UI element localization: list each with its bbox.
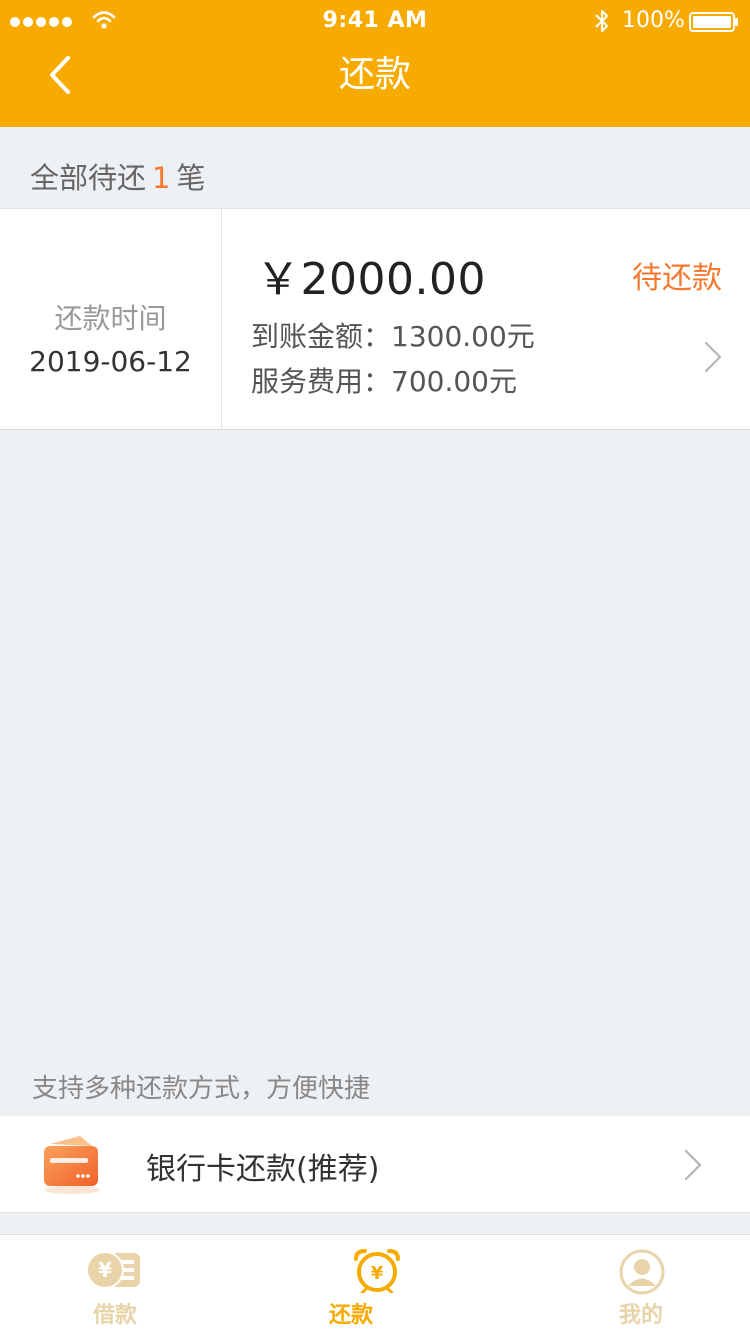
pending-summary-suffix: 笔 xyxy=(176,161,206,195)
bottom-tab-bar: ¥ 借款 ¥ 还款 我的 xyxy=(0,1234,750,1335)
loan-icon: ¥ xyxy=(86,1251,140,1289)
status-bar: 9:41 AM 100% xyxy=(0,0,750,40)
tab-mine-label: 我的 xyxy=(618,1303,663,1328)
battery-icon xyxy=(689,12,738,32)
tab-repay-label: 还款 xyxy=(328,1303,373,1328)
pending-summary: 全部待还 1 笔 xyxy=(30,158,205,198)
pending-count: 1 xyxy=(152,161,171,195)
received-amount: 到账金额：1300.00元 xyxy=(251,320,535,353)
repayment-date-label: 还款时间 xyxy=(54,302,167,335)
tab-repay[interactable]: ¥ 还款 xyxy=(250,1235,500,1335)
page-title: 还款 xyxy=(338,54,411,95)
service-fee: 服务费用：700.00元 xyxy=(251,365,517,398)
repayment-status-badge: 待还款 xyxy=(632,261,722,296)
profile-icon xyxy=(619,1249,665,1295)
chevron-right-icon xyxy=(704,341,722,373)
chevron-right-icon xyxy=(684,1149,702,1181)
bank-card-icon xyxy=(44,1136,100,1194)
back-button[interactable] xyxy=(40,52,86,98)
repayment-item[interactable]: 还款时间 2019-06-12 ￥2000.00 待还款 到账金额：1300.0… xyxy=(0,208,750,430)
tab-borrow-label: 借款 xyxy=(92,1303,137,1328)
bluetooth-icon xyxy=(595,10,608,32)
bank-card-repayment-option[interactable]: 银行卡还款(推荐) xyxy=(0,1116,750,1213)
tab-borrow[interactable]: ¥ 借款 xyxy=(0,1235,250,1335)
repayment-date-column: 还款时间 2019-06-12 xyxy=(0,209,222,429)
tab-mine[interactable]: 我的 xyxy=(500,1235,750,1335)
repayment-amount: ￥2000.00 xyxy=(256,254,486,305)
bank-card-repayment-label: 银行卡还款(推荐) xyxy=(146,1152,380,1187)
battery-percentage: 100% xyxy=(622,8,685,33)
repayment-date: 2019-06-12 xyxy=(29,345,192,378)
repay-clock-icon: ¥ xyxy=(354,1249,400,1293)
svg-text:¥: ¥ xyxy=(371,1263,384,1284)
repayment-methods-title: 支持多种还款方式，方便快捷 xyxy=(32,1074,371,1104)
app-header: 9:41 AM 100% 还款 xyxy=(0,0,750,127)
svg-text:¥: ¥ xyxy=(98,1258,112,1282)
pending-summary-prefix: 全部待还 xyxy=(30,161,147,195)
